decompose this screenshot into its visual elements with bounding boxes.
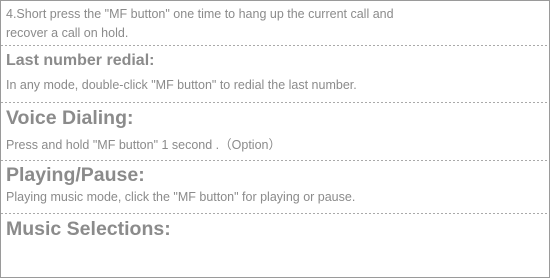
section-divider — [1, 213, 549, 214]
intro-line-1: 4.Short press the "MF button" one time t… — [6, 7, 394, 21]
section-divider — [1, 160, 549, 161]
intro-line-2: recover a call on hold. — [6, 26, 129, 40]
text-playing-pause: Playing music mode, click the "MF button… — [6, 190, 356, 204]
manual-page: 4.Short press the "MF button" one time t… — [0, 0, 550, 278]
heading-voice-dialing: Voice Dialing: — [6, 107, 134, 129]
text-last-number-redial: In any mode, double-click "MF button" to… — [6, 78, 357, 92]
heading-playing-pause: Playing/Pause: — [6, 164, 145, 186]
section-divider — [1, 45, 549, 46]
text-voice-dialing: Press and hold "MF button" 1 second .（Op… — [6, 138, 281, 152]
intro-paragraph: 4.Short press the "MF button" one time t… — [6, 5, 541, 43]
heading-last-number-redial: Last number redial: — [6, 52, 155, 69]
section-divider — [1, 102, 549, 103]
heading-music-selections: Music Selections: — [6, 218, 171, 240]
